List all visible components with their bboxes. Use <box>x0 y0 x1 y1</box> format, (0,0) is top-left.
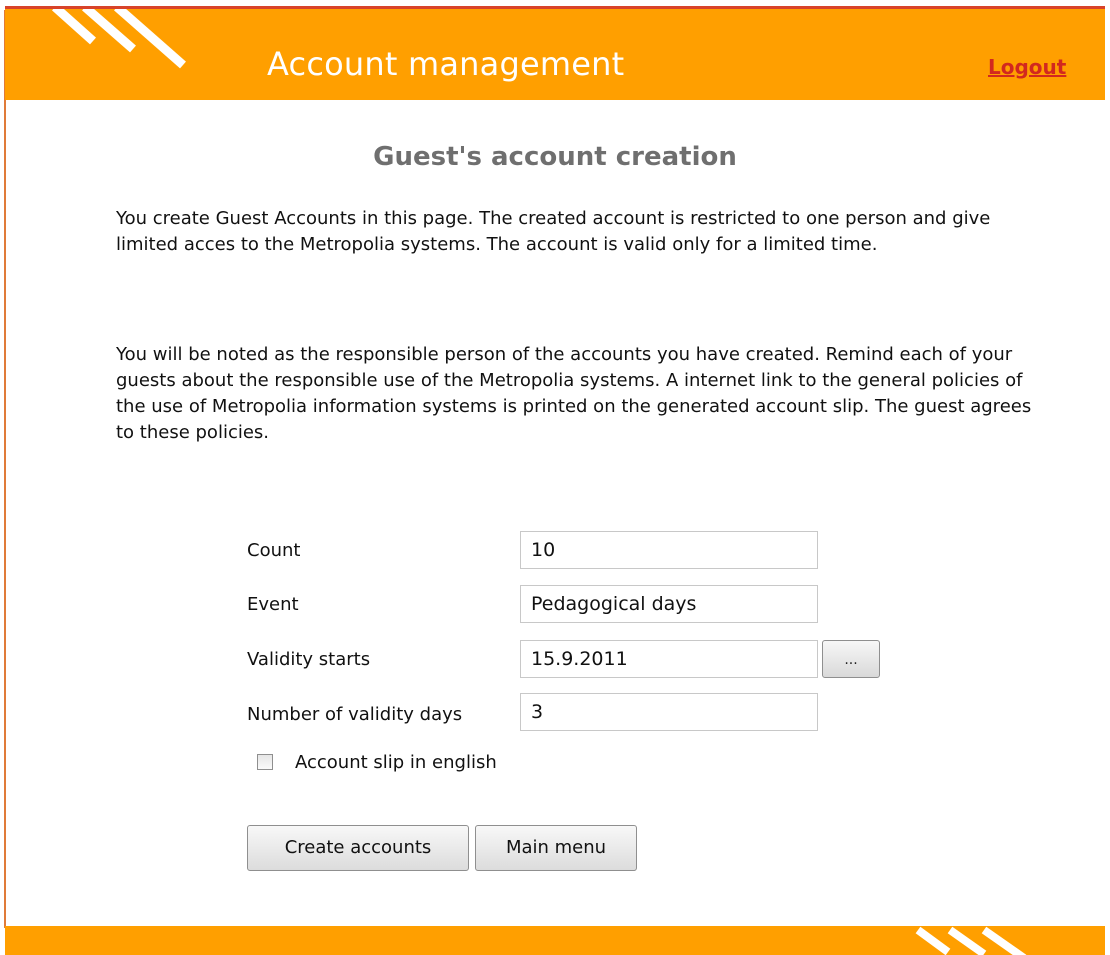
logout-link[interactable]: Logout <box>988 55 1066 79</box>
header-bar: Account management Logout <box>5 6 1105 100</box>
count-input[interactable] <box>520 531 818 569</box>
count-label: Count <box>247 540 301 561</box>
intro-paragraph: You create Guest Accounts in this page. … <box>116 208 991 255</box>
english-slip-checkbox[interactable] <box>257 754 273 770</box>
date-picker-button[interactable]: ... <box>822 640 880 678</box>
metropolia-stripes-logo <box>51 9 186 69</box>
event-input[interactable] <box>520 585 818 623</box>
app-title: Account management <box>267 45 625 83</box>
responsibility-paragraph: You will be noted as the responsible per… <box>116 344 1032 443</box>
footer-bar <box>5 926 1105 955</box>
main-menu-button[interactable]: Main menu <box>475 825 637 871</box>
validity-start-label: Validity starts <box>247 649 371 670</box>
metropolia-stripes-footer-logo <box>915 926 1027 955</box>
validity-days-input[interactable] <box>520 693 818 731</box>
create-accounts-button[interactable]: Create accounts <box>247 825 469 871</box>
page-title: Guest's account creation <box>373 142 737 172</box>
english-slip-label: Account slip in english <box>295 752 497 773</box>
validity-days-label: Number of validity days <box>247 704 463 725</box>
page-frame: Account management Logout Guest's accoun… <box>0 0 1110 955</box>
validity-start-input[interactable] <box>520 640 818 678</box>
event-label: Event <box>247 594 299 615</box>
